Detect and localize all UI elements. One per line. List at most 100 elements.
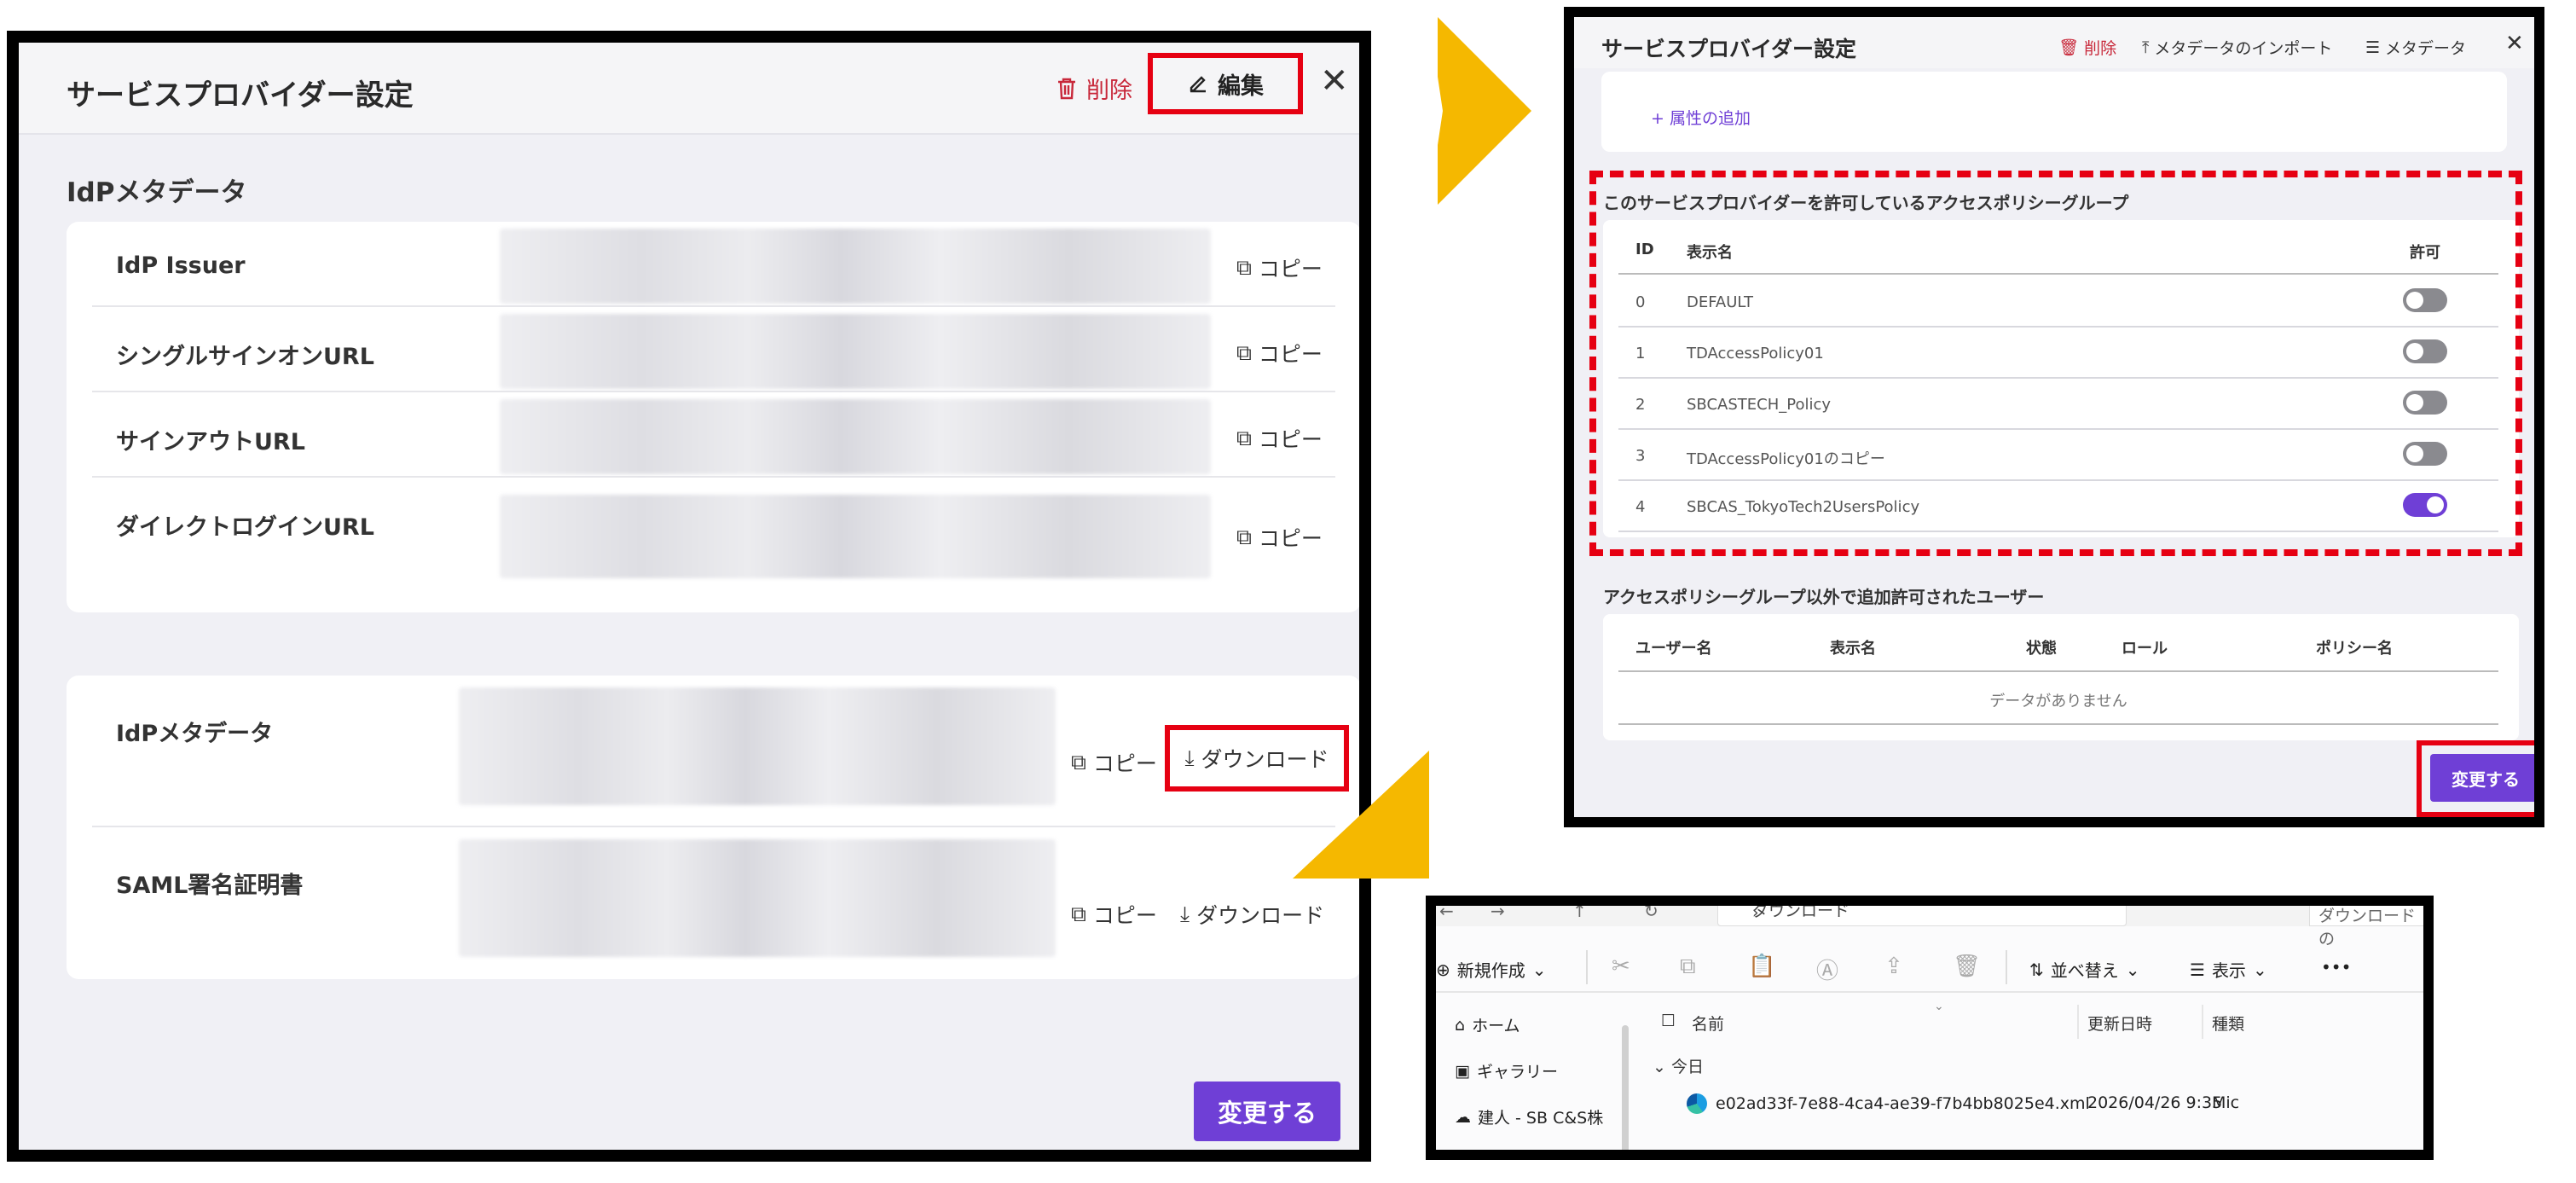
col-type[interactable]: 種類 [2212, 1012, 2244, 1035]
close-icon[interactable]: ✕ [2505, 31, 2524, 56]
blurred-value [459, 687, 1056, 805]
upload-icon: ⤒ [2142, 38, 2150, 57]
info-label: サインアウトURL [116, 429, 305, 455]
forward-icon[interactable]: → [1491, 906, 1505, 921]
group-label: 今日 [1670, 1058, 1704, 1076]
copy-icon: ⧉ [1236, 340, 1252, 365]
col-status: 状態 [2026, 640, 2057, 658]
col-name[interactable]: 名前 [1692, 1012, 1724, 1035]
list-icon: ☰ [2365, 38, 2381, 57]
attribute-card: + 属性の追加 [1601, 72, 2507, 152]
copy-button[interactable]: ⧉ コピー [1236, 252, 1323, 283]
scrollbar[interactable] [1622, 1025, 1629, 1150]
edit-button[interactable]: 編集 [1148, 53, 1303, 114]
nav-label: 建人 - SB C&S株 [1478, 1109, 1604, 1128]
copy-icon: ⧉ [1236, 525, 1252, 549]
delete-button[interactable]: 🗑 削除 [2058, 36, 2116, 59]
search-input[interactable]: ダウンロードの [2309, 906, 2423, 948]
copy-label: コピー [1258, 342, 1323, 367]
table-row: データがありません [1618, 672, 2498, 725]
info-row: ダイレクトログインURL ⧉ コピー [92, 478, 1335, 589]
cut-icon[interactable]: ✂ [1612, 954, 1630, 979]
address-bar: ← → ↑ ↻ ダウンロード › ダウンロードの [1436, 906, 2423, 948]
nav-gallery[interactable]: ▣ ギャラリー [1455, 1059, 1558, 1082]
share-icon[interactable]: ⇪ [1884, 954, 1903, 979]
download-label: ダウンロード [1196, 903, 1325, 928]
new-button[interactable]: ⊕ 新規作成 ⌄ [1436, 957, 1547, 982]
copy-button[interactable]: ⧉ コピー [1071, 747, 1157, 778]
nav-label: ホーム [1472, 1017, 1520, 1035]
sp-settings-panel-right: サービスプロバイダー設定 🗑 削除 ⤒ メタデータのインポート ☰ メタデータ ✕ +… [1564, 7, 2544, 827]
panel-header: サービスプロバイダー設定 削除 編集 ✕ [19, 43, 1359, 135]
add-attribute-button[interactable]: + 属性の追加 [1651, 106, 1751, 129]
toolbar-divider [2006, 950, 2007, 984]
paste-icon[interactable]: 📋 [1748, 954, 1775, 979]
nav-home[interactable]: ⌂ ホーム [1455, 1013, 1520, 1036]
copy-label: コピー [1258, 526, 1323, 551]
copy-icon[interactable]: ⧉ [1680, 954, 1696, 980]
copy-button[interactable]: ⧉ コピー [1071, 899, 1157, 930]
download-button[interactable]: ⤓ ダウンロード [1180, 899, 1324, 930]
idp-info-card: IdP Issuer ⧉ コピー シングルサインオンURL ⧉ コピー サインアウト… [67, 222, 1359, 612]
copy-icon: ⧉ [1236, 255, 1252, 280]
path-box[interactable]: ダウンロード › [1717, 906, 2127, 926]
sort-chevron-icon: ⌄ [1934, 1000, 1944, 1013]
col-date[interactable]: 更新日時 [2087, 1012, 2152, 1035]
copy-button[interactable]: ⧉ コピー [1236, 423, 1323, 454]
nav-onedrive[interactable]: ☁ 建人 - SB C&S株 [1455, 1105, 1603, 1128]
copy-icon: ⧉ [1071, 750, 1086, 774]
rename-icon[interactable]: Ⓐ [1816, 954, 1838, 985]
blurred-value [459, 839, 1056, 957]
file-type: Mic [2212, 1093, 2240, 1112]
edge-icon [1687, 1093, 1707, 1114]
copy-label: コピー [1258, 257, 1323, 281]
chevron-down-icon: ⌄ [2252, 959, 2267, 980]
highlight-dashed-box [1589, 171, 2522, 556]
add-attribute-label: 属性の追加 [1669, 109, 1751, 128]
back-icon[interactable]: ← [1439, 906, 1454, 921]
no-data-text: データがありません [1989, 693, 2127, 710]
copy-button[interactable]: ⧉ コピー [1236, 522, 1323, 553]
info-row: シングルサインオンURL ⧉ コピー [92, 307, 1335, 392]
toolbar-divider [1586, 950, 1588, 984]
panel-title: サービスプロバイダー設定 [1601, 37, 1857, 61]
trash-icon [1058, 78, 1075, 99]
import-label: メタデータのインポート [2154, 39, 2333, 58]
delete-label: 削除 [2084, 39, 2117, 58]
file-label: SAML署名証明書 [116, 873, 304, 899]
metadata-button[interactable]: ☰ メタデータ [2365, 36, 2466, 59]
col-policy: ポリシー名 [2316, 640, 2393, 658]
delete-button[interactable]: 削除 [1056, 72, 1132, 105]
more-button[interactable]: ••• [2321, 957, 2351, 977]
file-item[interactable]: e02ad33f-7e88-4ca4-ae39-f7b4bb8025e4.xml [1687, 1093, 2090, 1114]
save-button[interactable]: 変更する [1194, 1082, 1340, 1141]
trash-icon: 🗑 [2058, 38, 2080, 57]
download-icon: ⤓ [1184, 745, 1195, 770]
info-row: サインアウトURL ⧉ コピー [92, 392, 1335, 478]
select-all-checkbox[interactable]: ☐ [1661, 1012, 1676, 1030]
onedrive-icon: ☁ [1455, 1107, 1471, 1127]
save-button[interactable]: 変更する [2430, 754, 2534, 802]
column-divider [2202, 1005, 2203, 1039]
close-icon[interactable]: ✕ [1320, 61, 1349, 101]
file-label: IdPメタデータ [116, 721, 274, 747]
col-display-name: 表示名 [1830, 640, 1876, 658]
file-row: SAML署名証明書 ⧉ コピー ⤓ ダウンロード [92, 827, 1335, 979]
delete-icon[interactable]: 🗑 [1953, 954, 1981, 979]
refresh-icon[interactable]: ↻ [1644, 906, 1658, 921]
group-header[interactable]: ⌄ 今日 [1653, 1054, 1704, 1077]
sort-button[interactable]: ⇅ 並べ替え ⌄ [2029, 957, 2140, 982]
explorer-body: ← → ↑ ↻ ダウンロード › ダウンロードの ⊕ 新規作成 ⌄ ✂ ⧉ 📋 Ⓐ … [1436, 906, 2423, 1150]
info-label: シングルサインオンURL [116, 344, 374, 370]
sort-label: 並べ替え [2050, 960, 2119, 981]
edit-icon [1190, 76, 1206, 93]
info-label: IdP Issuer [116, 252, 246, 279]
chevron-down-icon: ⌄ [2125, 959, 2140, 980]
view-button[interactable]: ☰ 表示 ⌄ [2190, 957, 2267, 982]
gallery-icon: ▣ [1455, 1061, 1470, 1081]
import-metadata-button[interactable]: ⤒ メタデータのインポート [2142, 36, 2332, 59]
copy-button[interactable]: ⧉ コピー [1236, 338, 1323, 368]
panel-body: サービスプロバイダー設定 🗑 削除 ⤒ メタデータのインポート ☰ メタデータ ✕ +… [1574, 17, 2534, 817]
panel-body: サービスプロバイダー設定 削除 編集 ✕ IdPメタデータ IdP Issuer… [19, 43, 1359, 1150]
up-icon[interactable]: ↑ [1572, 906, 1587, 921]
